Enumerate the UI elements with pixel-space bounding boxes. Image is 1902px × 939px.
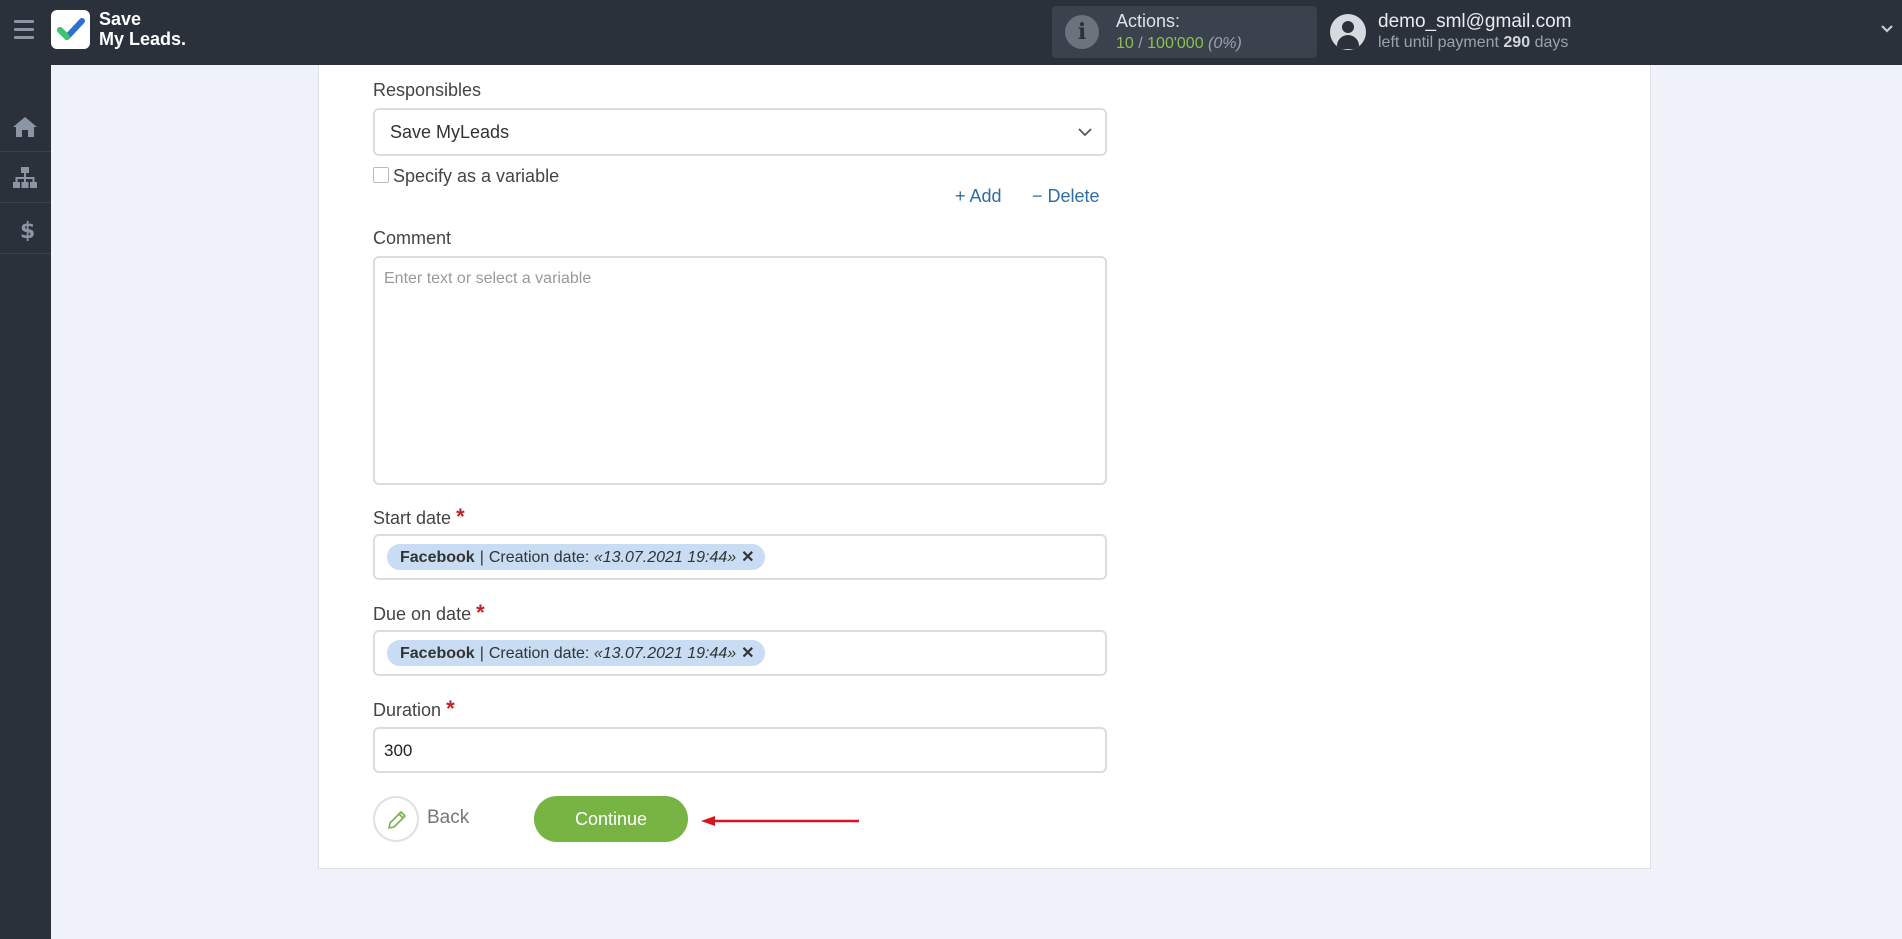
required-mark: * [476, 600, 485, 625]
dollar-icon: $ [20, 219, 35, 241]
specify-variable-label[interactable]: Specify as a variable [393, 166, 559, 186]
start-date-label-text: Start date [373, 508, 452, 528]
payment-suffix: days [1534, 34, 1569, 51]
tag-source: Facebook [400, 549, 475, 566]
back-label[interactable]: Back [427, 807, 469, 829]
comment-textarea[interactable]: Enter text or select a variable [373, 256, 1107, 485]
due-date-label: Due on date * [373, 600, 485, 626]
start-date-label: Start date * [373, 504, 465, 530]
due-date-field[interactable]: Facebook | Creation date: «13.07.2021 19:4… [373, 630, 1107, 676]
sitemap-icon [13, 167, 37, 188]
tag-value: «13.07.2021 19:44» [593, 549, 737, 566]
add-button[interactable]: + Add [955, 186, 1002, 207]
due-date-label-text: Due on date [373, 604, 472, 624]
actions-counter: i Actions: 10 / 100'000 (0%) [1052, 6, 1317, 58]
payment-days-value: 290 [1503, 34, 1531, 51]
responsibles-value: Save MyLeads [390, 122, 510, 142]
payment-days: left until payment 290 days [1378, 34, 1568, 52]
logo-icon[interactable] [51, 10, 90, 49]
specify-variable-row: Specify as a variable [373, 166, 559, 187]
comment-placeholder: Enter text or select a variable [384, 270, 592, 287]
required-mark: * [446, 696, 455, 721]
user-avatar-icon[interactable] [1330, 14, 1366, 50]
logo-text[interactable]: Save My Leads. [99, 9, 186, 49]
back-button[interactable] [373, 796, 419, 842]
start-date-field[interactable]: Facebook | Creation date: «13.07.2021 19:4… [373, 534, 1107, 580]
duration-input[interactable]: 300 [373, 727, 1107, 773]
sidebar: $ [0, 65, 51, 939]
tag-field: Creation date: [488, 549, 590, 566]
logo-line-1: Save [99, 9, 142, 29]
actions-sep: / [1133, 35, 1148, 52]
specify-variable-checkbox[interactable] [373, 167, 389, 183]
svg-text:$: $ [20, 219, 35, 241]
form-card: Responsibles Save MyLeads Specify as a v… [318, 65, 1651, 869]
tag-source: Facebook [400, 645, 475, 662]
actions-used: 10 [1116, 35, 1134, 52]
continue-button[interactable]: Continue [534, 796, 688, 842]
delete-button[interactable]: − Delete [1032, 186, 1100, 207]
actions-total: 100'000 [1147, 35, 1204, 52]
actions-label: Actions: [1116, 11, 1181, 31]
sidebar-item-home[interactable] [0, 102, 51, 152]
pencil-icon [388, 811, 406, 829]
tag-separator: | [479, 549, 484, 566]
duration-value: 300 [384, 741, 413, 760]
menu-icon[interactable] [14, 20, 34, 42]
required-mark: * [456, 504, 465, 529]
home-icon [13, 117, 37, 137]
tag-separator: | [479, 645, 484, 662]
sidebar-item-billing[interactable]: $ [0, 204, 51, 254]
remove-tag-icon[interactable]: ✕ [741, 549, 754, 566]
tag-field: Creation date: [488, 645, 590, 662]
payment-prefix: left until payment [1378, 34, 1499, 51]
start-date-tag: Facebook | Creation date: «13.07.2021 19:4… [387, 544, 765, 570]
remove-tag-icon[interactable]: ✕ [741, 645, 754, 662]
sidebar-item-connections[interactable] [0, 153, 51, 203]
duration-label-text: Duration [373, 700, 442, 720]
duration-label: Duration * [373, 696, 455, 722]
actions-value: 10 / 100'000 (0%) [1116, 35, 1242, 53]
due-date-tag: Facebook | Creation date: «13.07.2021 19:4… [387, 640, 765, 666]
actions-percent: (0%) [1208, 35, 1242, 52]
annotation-arrow [701, 816, 859, 826]
tag-value: «13.07.2021 19:44» [593, 645, 737, 662]
responsibles-label: Responsibles [373, 80, 482, 100]
chevron-down-icon [1078, 128, 1092, 137]
top-bar: Save My Leads. i Actions: 10 / 100'000 (… [0, 0, 1902, 65]
user-email[interactable]: demo_sml@gmail.com [1378, 11, 1572, 33]
comment-label: Comment [373, 228, 452, 248]
logo-line-2: My Leads. [99, 29, 187, 49]
responsibles-select[interactable]: Save MyLeads [373, 108, 1107, 156]
chevron-down-icon[interactable] [1880, 22, 1894, 36]
info-icon[interactable]: i [1065, 15, 1099, 49]
